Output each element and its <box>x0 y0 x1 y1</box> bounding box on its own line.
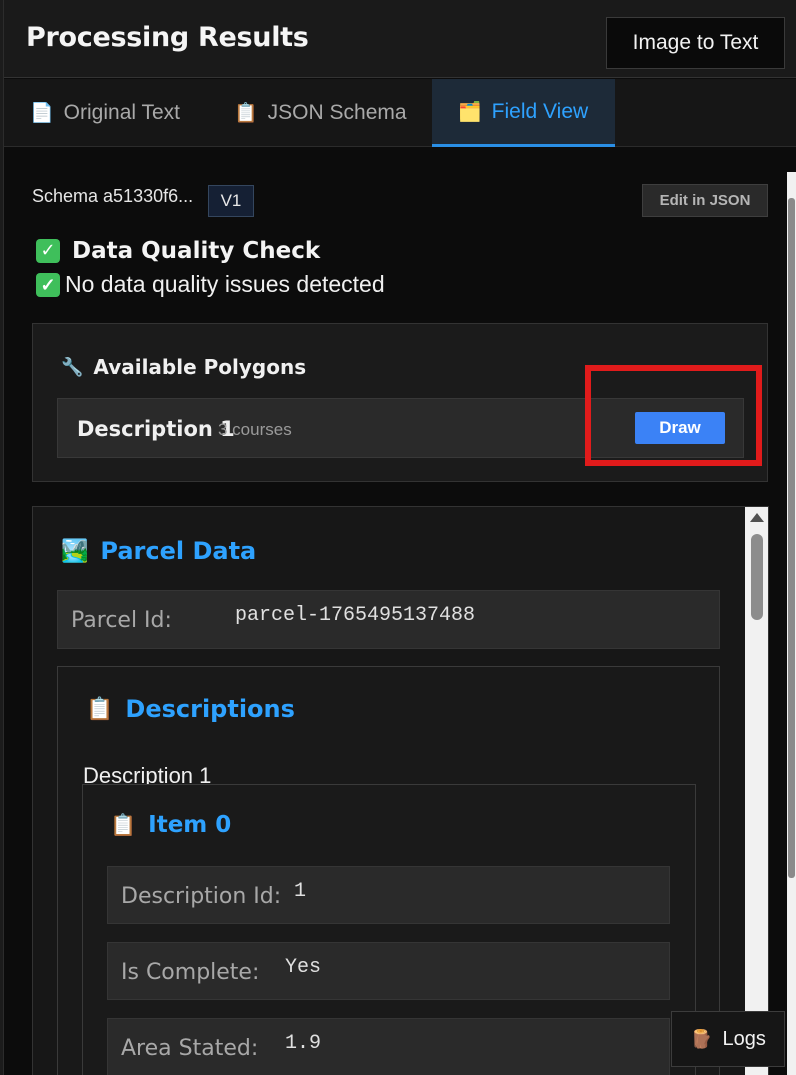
field-value: 1.9 <box>285 1032 322 1055</box>
field-value: 1 <box>294 880 307 903</box>
data-quality-title: Data Quality Check <box>72 238 321 264</box>
log-icon: 🪵 <box>690 1028 713 1049</box>
tab-label: Field View <box>491 99 589 123</box>
descriptions-heading: 📋 Descriptions <box>86 695 295 723</box>
panel-scrollbar-thumb[interactable] <box>751 534 763 620</box>
tab-label: JSON Schema <box>267 101 407 124</box>
landscape-icon: 🏞️ <box>61 538 89 564</box>
scroll-up-arrow-icon[interactable] <box>750 513 764 522</box>
tab-bar: 📄 Original Text 📋 JSON Schema 🗂️ Field V… <box>4 79 796 147</box>
parcel-data-title: Parcel Data <box>100 537 257 565</box>
polygon-row: Description 1 3 courses Draw <box>57 398 744 458</box>
tab-label: Original Text <box>63 101 181 124</box>
item-box: 📋 Item 0 Description Id: 1 Is Complete: … <box>82 784 696 1075</box>
left-border <box>0 0 4 1075</box>
panel-scrollbar[interactable] <box>745 507 768 1075</box>
folder-icon: 🗂️ <box>458 101 482 123</box>
polygons-title: Available Polygons <box>93 355 307 379</box>
tab-json-schema[interactable]: 📋 JSON Schema <box>234 79 407 147</box>
parcel-id-field: Parcel Id: parcel-1765495137488 <box>57 590 720 649</box>
item-heading: 📋 Item 0 <box>110 812 231 838</box>
page-title: Processing Results <box>26 22 309 53</box>
clipboard-icon: 📋 <box>110 812 137 837</box>
data-quality-heading: ✓ Data Quality Check <box>36 238 320 264</box>
field-label: Area Stated: <box>121 1036 259 1061</box>
wrench-icon: 🔧 <box>61 356 84 378</box>
field-label: Is Complete: <box>121 960 260 985</box>
edit-in-json-button[interactable]: Edit in JSON <box>642 184 768 217</box>
check-icon: ✓ <box>36 272 60 297</box>
description-id-field: Description Id: 1 <box>107 866 670 924</box>
clipboard-icon: 📋 <box>86 696 114 722</box>
check-icon: ✓ <box>36 239 60 263</box>
field-value: Yes <box>285 956 322 979</box>
header-bar: Processing Results Image to Text <box>4 0 796 78</box>
version-badge: V1 <box>208 185 254 217</box>
logs-label: Logs <box>722 1027 766 1050</box>
descriptions-title: Descriptions <box>125 695 295 723</box>
polygon-name: Description 1 <box>77 417 235 441</box>
tab-original-text[interactable]: 📄 Original Text <box>30 79 180 147</box>
field-label: Description Id: <box>121 884 282 909</box>
document-icon: 📄 <box>30 103 54 124</box>
image-to-text-button[interactable]: Image to Text <box>606 17 785 69</box>
is-complete-field: Is Complete: Yes <box>107 942 670 1000</box>
field-label: Parcel Id: <box>71 608 172 633</box>
page-scrollbar-thumb[interactable] <box>788 198 795 878</box>
available-polygons-panel: 🔧 Available Polygons Description 1 3 cou… <box>32 323 768 482</box>
parcel-data-panel: 🏞️ Parcel Data Parcel Id: parcel-1765495… <box>32 506 769 1075</box>
logs-button[interactable]: 🪵 Logs <box>671 1011 785 1067</box>
data-quality-message-row: ✓ No data quality issues detected <box>36 271 385 298</box>
area-stated-field: Area Stated: 1.9 <box>107 1018 670 1075</box>
item-title: Item 0 <box>148 812 232 838</box>
data-quality-message: No data quality issues detected <box>65 271 385 297</box>
schema-name: Schema a51330f6... <box>32 186 194 206</box>
parcel-data-heading: 🏞️ Parcel Data <box>61 537 256 565</box>
descriptions-box: 📋 Descriptions Description 1 📋 Item 0 De… <box>57 666 720 1075</box>
page-scrollbar[interactable] <box>787 172 796 1075</box>
field-value: parcel-1765495137488 <box>235 604 476 627</box>
draw-button[interactable]: Draw <box>635 412 725 444</box>
tab-field-view[interactable]: 🗂️ Field View <box>432 79 615 147</box>
polygon-courses: 3 courses <box>218 420 292 439</box>
polygons-heading: 🔧 Available Polygons <box>61 355 306 379</box>
clipboard-icon: 📋 <box>234 103 258 124</box>
